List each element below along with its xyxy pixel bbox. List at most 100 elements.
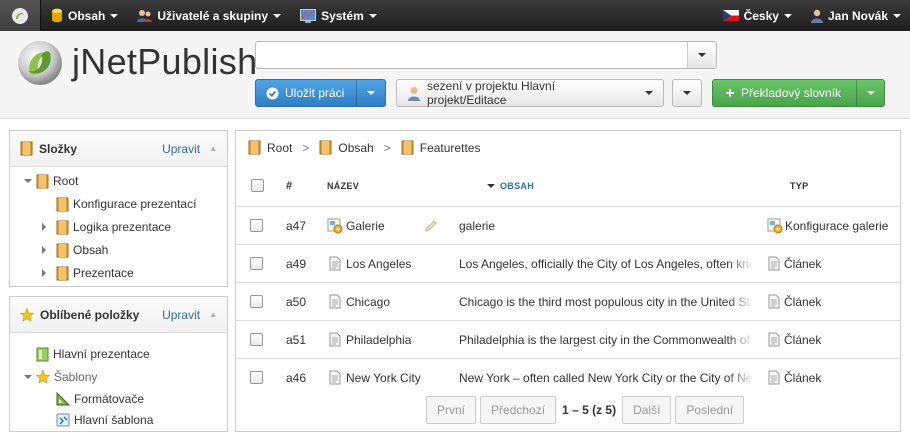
breadcrumb-separator: > (302, 140, 310, 155)
home-button[interactable] (0, 0, 41, 31)
tree-item-konfigurace[interactable]: Konfigurace prezentací (56, 194, 196, 214)
expand-down-icon[interactable] (24, 179, 32, 183)
row-checkbox[interactable] (250, 333, 263, 346)
table-row[interactable]: a51 Philadelphia Philadelphia is the lar… (236, 320, 900, 358)
table-row[interactable]: a50 Chicago Chicago is the third most po… (236, 282, 900, 320)
menu-obsah[interactable]: Obsah (41, 0, 127, 31)
row-name-cell[interactable]: Los Angeles (329, 245, 411, 282)
expand-right-icon[interactable] (42, 223, 46, 231)
row-id: a49 (286, 256, 307, 271)
row-id: a51 (286, 332, 307, 347)
breadcrumb-item-featurettes[interactable]: Featurettes (420, 141, 481, 155)
pager-last-button[interactable]: Poslední (675, 396, 745, 424)
pager-prev-button[interactable]: Předchozí (480, 396, 557, 424)
breadcrumb-item-root[interactable]: Root (267, 141, 292, 155)
menu-obsah-label: Obsah (68, 8, 106, 23)
user-menu[interactable]: Jan Novák (801, 0, 910, 31)
row-type: Konfigurace galerie (785, 218, 889, 233)
row-checkbox[interactable] (250, 219, 263, 232)
table-row[interactable]: a47 Galerie galerie Konfigurace galerie (236, 206, 900, 244)
row-name: Chicago (346, 294, 391, 309)
row-content: New York – often called New York City or… (459, 359, 754, 396)
row-type-cell: Článek (768, 321, 821, 358)
row-checkbox[interactable] (250, 257, 263, 270)
select-all-checkbox[interactable] (251, 179, 264, 192)
session-label: sezení v projektu Hlavní projekt/Editace (427, 79, 556, 107)
chevron-down-icon (783, 13, 792, 18)
row-name-cell[interactable]: Galerie (327, 207, 385, 244)
expand-right-icon[interactable] (42, 269, 46, 277)
chevron-down-icon (367, 91, 376, 95)
column-header-name[interactable]: NÁZEV (327, 181, 359, 191)
column-header-type[interactable]: TYP (790, 181, 808, 191)
row-id: a47 (286, 218, 307, 233)
pager-next-button[interactable]: Další (622, 396, 672, 424)
session-button[interactable]: sezení v projektu Hlavní projekt/Editace (396, 79, 664, 107)
dictionary-options-toggle[interactable] (856, 80, 884, 106)
row-name: Galerie (346, 218, 385, 233)
row-content: Chicago is the third most populous city … (459, 283, 754, 320)
tree-item-root[interactable]: Root (24, 171, 78, 191)
row-checkbox[interactable] (250, 371, 263, 384)
row-name: New York City (346, 370, 421, 385)
tree-item-label: Root (53, 174, 79, 188)
collapse-icon[interactable]: ▲ (209, 310, 217, 319)
column-header-id[interactable]: # (286, 180, 292, 192)
table-row[interactable]: a46 New York City New York – often calle… (236, 358, 900, 396)
column-header-content[interactable]: OBSAH (487, 181, 534, 191)
menu-system[interactable]: Systém (290, 0, 386, 31)
expand-right-icon[interactable] (42, 246, 46, 254)
table-row[interactable]: a49 Los Angeles Los Angeles, officially … (236, 244, 900, 282)
user-name: Jan Novák (827, 8, 888, 23)
row-name-cell[interactable]: Chicago (329, 283, 390, 320)
collapse-icon[interactable]: ▲ (209, 144, 217, 153)
pager-first-button[interactable]: První (426, 396, 477, 424)
dictionary-button[interactable]: Překladový slovník (712, 79, 885, 107)
favorite-label: Hlavní šablona (74, 413, 154, 427)
header: jNetPublish Uložit práci sezení v projek… (0, 31, 910, 119)
article-icon (329, 370, 341, 385)
favorite-main-template[interactable]: Hlavní šablona (56, 410, 153, 430)
row-checkbox[interactable] (250, 295, 263, 308)
row-type-cell: Článek (768, 245, 821, 282)
save-work-label: Uložit práci (285, 86, 345, 100)
article-icon (329, 256, 341, 271)
favorites-panel: Oblíbené položky Upravit ▲ Hlavní prezen… (9, 296, 228, 432)
save-options-toggle[interactable] (356, 80, 385, 106)
folder-icon (20, 141, 33, 156)
menu-users-groups-label: Uživatelé a skupiny (157, 8, 269, 23)
folder-icon (56, 266, 69, 281)
language-menu[interactable]: Česky (713, 0, 801, 31)
tree-item-label: Obsah (73, 243, 109, 257)
expand-down-icon[interactable] (24, 375, 32, 379)
breadcrumb-item-obsah[interactable]: Obsah (338, 141, 373, 155)
sort-desc-icon (487, 184, 495, 188)
checkmark-icon (266, 87, 279, 100)
folders-edit-link[interactable]: Upravit (162, 142, 200, 156)
search-dropdown-button[interactable] (687, 42, 716, 68)
search-combobox[interactable] (255, 41, 717, 69)
gallery-config-icon (327, 218, 343, 234)
tree-item-prezentace[interactable]: Prezentace (42, 263, 134, 283)
row-name-cell[interactable]: Philadelphia (329, 321, 411, 358)
content-panel: Root > Obsah > Featurettes # NÁZEV OBSAH… (235, 130, 901, 432)
more-options-button[interactable] (672, 79, 702, 107)
folder-icon (56, 243, 69, 258)
chevron-down-icon (698, 53, 706, 57)
favorite-formatters[interactable]: Formátovače (56, 389, 144, 409)
favorite-main-presentation[interactable]: Hlavní prezentace (36, 344, 150, 364)
save-work-button[interactable]: Uložit práci (255, 79, 386, 107)
search-input[interactable] (256, 42, 687, 68)
menu-users-groups[interactable]: Uživatelé a skupiny (127, 0, 290, 31)
row-name-cell[interactable]: New York City (329, 359, 421, 396)
article-icon (768, 294, 780, 309)
edit-pencil-icon[interactable] (424, 207, 438, 244)
pagination: První Předchozí 1 – 5 (z 5) Další Posled… (426, 396, 745, 424)
favorites-edit-link[interactable]: Upravit (162, 308, 200, 322)
tree-item-logika[interactable]: Logika prezentace (42, 217, 171, 237)
chevron-down-icon (368, 13, 377, 18)
jnetpublish-logo-icon (16, 39, 64, 90)
favorite-templates[interactable]: Šablony (24, 367, 97, 387)
tree-item-obsah[interactable]: Obsah (42, 240, 108, 260)
row-type-cell: Článek (768, 283, 821, 320)
